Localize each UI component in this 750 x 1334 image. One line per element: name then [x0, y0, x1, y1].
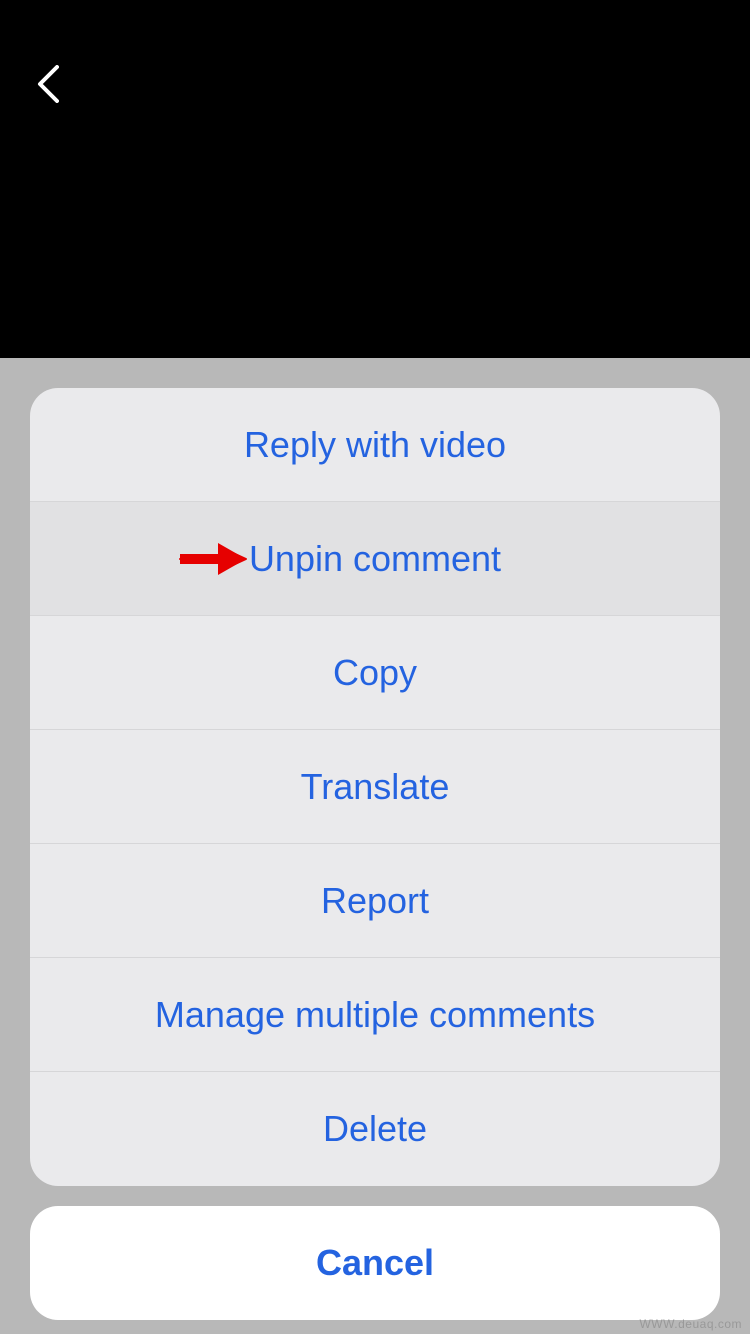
action-sheet-group: Reply with video Unpin comment Copy Tran… — [30, 388, 720, 1186]
action-label: Manage multiple comments — [155, 994, 595, 1036]
action-label: Copy — [333, 652, 417, 694]
action-label: Report — [321, 880, 429, 922]
back-button[interactable] — [26, 62, 70, 106]
action-label: Unpin comment — [249, 538, 501, 580]
cancel-label: Cancel — [316, 1242, 434, 1284]
action-report[interactable]: Report — [30, 844, 720, 958]
action-label: Reply with video — [244, 424, 506, 466]
action-manage-multiple-comments[interactable]: Manage multiple comments — [30, 958, 720, 1072]
annotation-arrow-icon — [178, 539, 248, 579]
chevron-left-icon — [37, 65, 59, 103]
action-label: Delete — [323, 1108, 427, 1150]
action-label: Translate — [301, 766, 450, 808]
action-copy[interactable]: Copy — [30, 616, 720, 730]
cancel-button[interactable]: Cancel — [30, 1206, 720, 1320]
action-translate[interactable]: Translate — [30, 730, 720, 844]
action-unpin-comment[interactable]: Unpin comment — [30, 502, 720, 616]
watermark: WWW.deuaq.com — [639, 1317, 742, 1331]
action-reply-with-video[interactable]: Reply with video — [30, 388, 720, 502]
action-delete[interactable]: Delete — [30, 1072, 720, 1186]
